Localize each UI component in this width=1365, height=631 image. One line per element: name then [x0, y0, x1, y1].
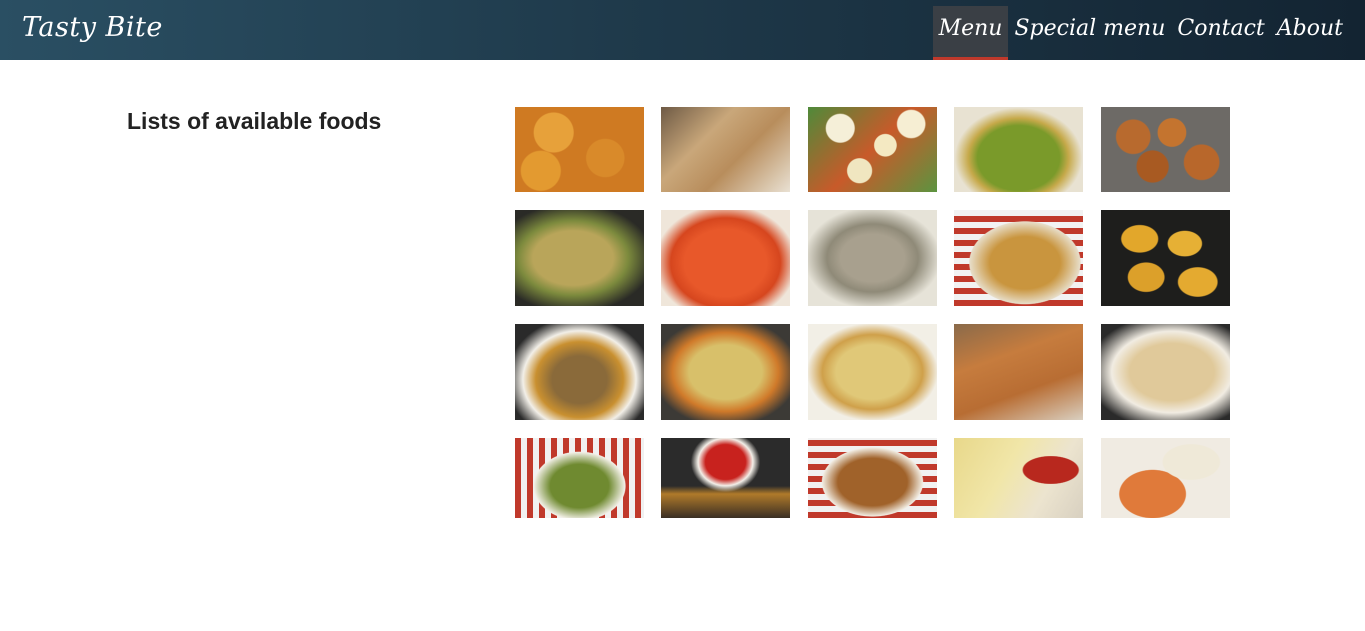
food-image[interactable] — [515, 107, 644, 192]
food-image[interactable] — [661, 438, 790, 518]
food-image[interactable] — [808, 210, 937, 306]
food-image[interactable] — [1101, 107, 1230, 192]
food-image[interactable] — [954, 324, 1083, 420]
food-image[interactable] — [1101, 438, 1230, 518]
food-gallery — [515, 107, 1230, 518]
food-image[interactable] — [661, 107, 790, 192]
page-title: Lists of available foods — [127, 108, 382, 134]
food-image[interactable] — [808, 107, 937, 192]
food-image[interactable] — [954, 438, 1083, 518]
nav-item-menu[interactable]: Menu — [932, 6, 1009, 60]
food-image[interactable] — [1101, 324, 1230, 420]
food-image[interactable] — [954, 210, 1083, 306]
food-image[interactable] — [515, 438, 644, 518]
food-image[interactable] — [661, 324, 790, 420]
food-image[interactable] — [661, 210, 790, 306]
food-image[interactable] — [808, 324, 937, 420]
food-image[interactable] — [515, 210, 644, 306]
food-image[interactable] — [954, 107, 1083, 192]
brand-logo-text[interactable]: Tasty Bite — [22, 12, 163, 43]
main-nav: Menu Special menu Contact About — [932, 6, 1349, 60]
nav-item-about[interactable]: About — [1271, 6, 1349, 60]
food-image[interactable] — [808, 438, 937, 518]
nav-item-special-menu[interactable]: Special menu — [1008, 6, 1171, 60]
nav-item-contact[interactable]: Contact — [1171, 6, 1270, 60]
food-image[interactable] — [515, 324, 644, 420]
top-navbar: Tasty Bite Menu Special menu Contact Abo… — [0, 0, 1365, 60]
food-image[interactable] — [1101, 210, 1230, 306]
